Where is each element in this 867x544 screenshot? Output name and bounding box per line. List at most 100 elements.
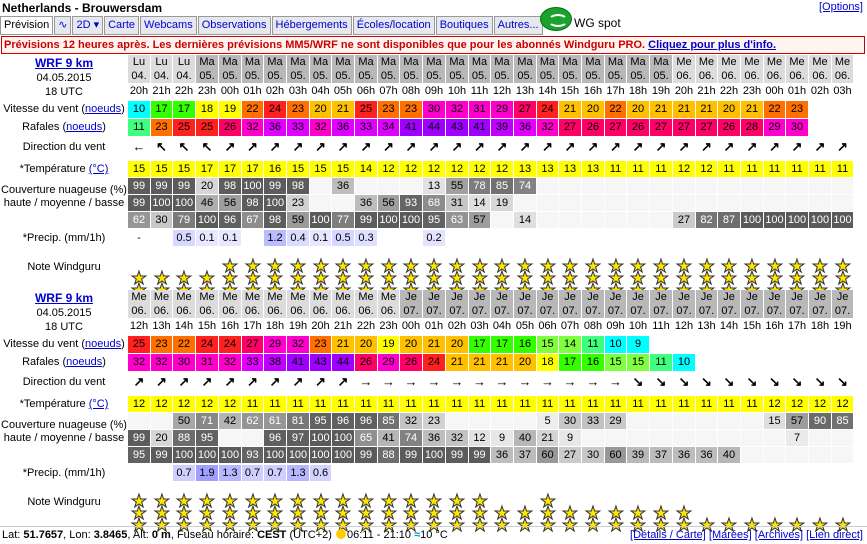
cloud-mid-cell: 31 — [446, 195, 468, 211]
tab-8[interactable]: Boutiques — [435, 16, 493, 35]
precip-cell — [514, 465, 536, 481]
wind-unit-link[interactable]: noeuds — [85, 338, 121, 350]
wind-cell: 29 — [491, 101, 513, 118]
hour-cell: 04h — [491, 318, 513, 335]
wind-unit-link[interactable]: noeuds — [85, 103, 121, 115]
hour-cell: 23h — [741, 83, 763, 100]
date-cell: 05. — [242, 69, 263, 83]
precip-cell — [832, 465, 853, 481]
footer-link-3[interactable]: [Lien direct] — [806, 529, 863, 541]
hour-cell: 15h — [196, 318, 218, 335]
sunrise-sunset: 06:11 - 21:10 — [347, 529, 412, 541]
cloud-low-cell: 77 — [332, 212, 354, 228]
cloud-high-cell: 95 — [310, 413, 331, 429]
tab-5[interactable]: Observations — [197, 16, 271, 35]
direction-arrow: → — [473, 374, 486, 389]
direction-arrow: ↗ — [224, 139, 236, 154]
notice-link[interactable]: Cliquez pour plus d'info. — [648, 39, 776, 51]
run-date: 04.05.2015 — [36, 72, 92, 84]
cloud-high-cell: 99 — [173, 178, 195, 194]
footer-link-2[interactable]: [Archives] — [755, 529, 803, 541]
tab-3[interactable]: Carte — [104, 16, 140, 35]
cloud-low-cell: 59 — [287, 212, 309, 228]
precip-cell — [809, 465, 831, 481]
gust-cell: 41 — [400, 119, 422, 136]
tab-2[interactable]: 2D ▾ — [72, 16, 104, 35]
precip-cell — [764, 465, 785, 481]
wind-cell: 21 — [673, 101, 695, 118]
precip-cell: 0.3 — [355, 230, 377, 246]
cloud-mid-cell: 99 — [128, 430, 150, 446]
day-cell: Ma — [582, 55, 604, 69]
cloud-low-cell: 100 — [378, 212, 399, 228]
wind-cell: 22 — [605, 101, 626, 118]
gust-unit-link[interactable]: noeuds — [66, 121, 102, 133]
date-cell: 04. — [151, 69, 172, 83]
temp-unit-link[interactable]: (°C) — [89, 163, 109, 175]
cloud-high-cell: 36 — [332, 178, 354, 194]
tab-4[interactable]: Webcams — [140, 16, 197, 35]
footer-link-0[interactable]: [Détails / Carte] — [630, 529, 706, 541]
day-cell: Ma — [423, 55, 445, 69]
cloud-mid-cell — [627, 430, 649, 446]
wg-spot-logo[interactable]: WG spot — [540, 7, 630, 33]
tab-9[interactable]: Autres... — [493, 16, 543, 35]
temp-unit-link[interactable]: (°C) — [89, 398, 109, 410]
footer-link-1[interactable]: [Marées] — [709, 529, 752, 541]
day-cell: Je — [650, 290, 672, 304]
cloud-high-cell — [627, 178, 649, 194]
notice-text: Prévisions 12 heures après. Les dernière… — [4, 39, 649, 51]
rating-star-icon: ★ — [153, 491, 171, 511]
cloud-low-cell: 99 — [446, 447, 468, 463]
day-cell: Ma — [378, 55, 399, 69]
precip-cell: 0.7 — [242, 465, 263, 481]
cloud-high-cell: 90 — [809, 413, 831, 429]
precip-cell — [469, 230, 490, 246]
wind-cell: 24 — [219, 336, 241, 353]
hour-cell: 01h — [786, 83, 808, 100]
tab-7[interactable]: Écoles/location — [352, 16, 435, 35]
temp-cell: 12 — [469, 161, 490, 177]
date-cell: 05. — [469, 69, 490, 83]
cloud-mid-cell: 40 — [514, 430, 536, 446]
temp-cell: 17 — [196, 161, 218, 177]
cloud-high-cell: 55 — [446, 178, 468, 194]
cloud-low-cell — [650, 212, 672, 228]
wind-cell: 17 — [491, 336, 513, 353]
day-cell: Ma — [627, 55, 649, 69]
precip-cell — [423, 465, 445, 481]
rating-star-icon: ★ — [471, 491, 489, 511]
direction-arrow: ↗ — [292, 139, 304, 154]
precip-cell: 1.3 — [219, 465, 241, 481]
tab-1[interactable]: ∿ — [54, 16, 72, 35]
day-cell: Je — [582, 290, 604, 304]
cloud-low-cell — [809, 447, 831, 463]
rating-star-icon: ★ — [448, 491, 466, 511]
model-link[interactable]: WRF 9 km — [35, 291, 93, 305]
tab-6[interactable]: Hébergements — [271, 16, 352, 35]
gust-unit-link[interactable]: noeuds — [66, 356, 102, 368]
wind-cell: 23 — [310, 336, 331, 353]
wind-cell: 23 — [400, 101, 422, 118]
hour-cell: 21h — [332, 318, 354, 335]
direction-arrow: ↘ — [723, 374, 735, 389]
latitude: 51.7657 — [23, 529, 64, 541]
date-cell: 04. — [128, 69, 150, 83]
rating-star-icon: ★ — [175, 491, 193, 511]
cloud-mid-cell — [809, 430, 831, 446]
hour-cell: 02h — [809, 83, 831, 100]
temp-cell: 16 — [264, 161, 286, 177]
tab-0[interactable]: Prévision — [0, 16, 54, 35]
rating-star-icon: ★ — [539, 256, 557, 276]
options-link[interactable]: [Options] — [819, 1, 863, 13]
rating-star-icon: ★ — [629, 503, 647, 523]
cloud-high-cell — [400, 178, 422, 194]
cloud-high-cell — [741, 413, 763, 429]
model-link[interactable]: WRF 9 km — [35, 56, 93, 70]
direction-arrow: → — [563, 374, 577, 389]
temp-cell: 13 — [514, 161, 536, 177]
rating-star-icon: ★ — [539, 491, 557, 511]
cloud-mid-cell: 100 — [310, 430, 331, 446]
gust-cell: 30 — [786, 119, 808, 136]
gust-cell: 21 — [469, 354, 490, 371]
